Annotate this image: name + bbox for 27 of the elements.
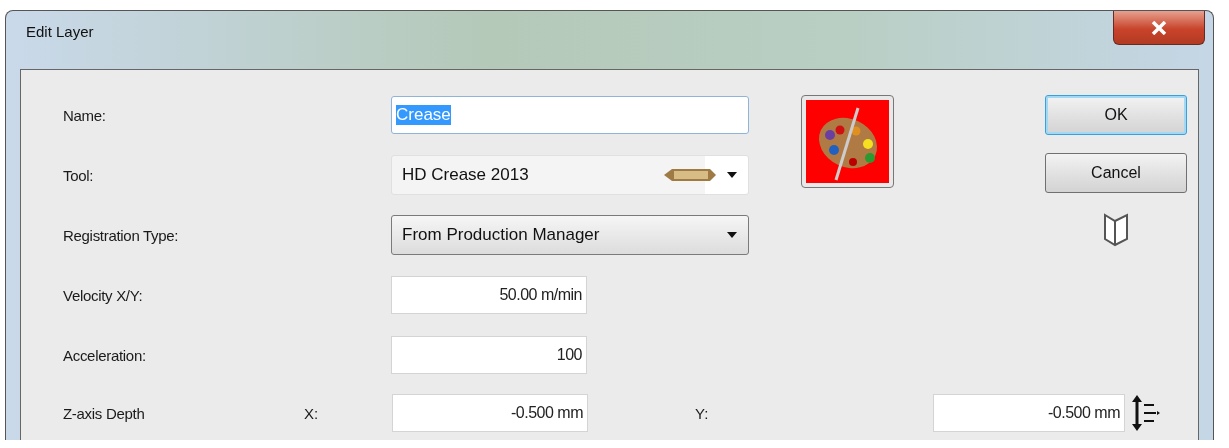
number-field[interactable]: -0.500 mm [933,394,1125,432]
field-label: Registration Type: [63,226,180,244]
tool-dropdown[interactable]: HD Crease 2013 [391,155,749,195]
field-label: Name: [63,106,107,124]
number-field[interactable]: 100 [391,336,587,374]
number-field[interactable]: 50.00 m/min [391,276,587,314]
depth-arrows-icon [1129,393,1161,433]
field-value: Crease [396,105,451,125]
close-icon [1151,20,1167,35]
tool-icon [662,167,718,183]
field-label: Z-axis Depth [63,404,146,422]
window-title: Edit Layer [26,23,94,40]
axis-label: X: [304,404,320,422]
field-label: Acceleration: [63,346,147,364]
field-label: Tool: [63,166,95,184]
field-label: Velocity X/Y: [63,286,144,304]
dialog-button[interactable]: Cancel [1045,153,1187,193]
book-icon [1103,211,1129,247]
axis-label: Y: [695,404,710,422]
color-button[interactable] [801,95,894,188]
caret-icon [726,171,738,179]
number-field[interactable]: -0.500 mm [392,394,588,432]
close-button[interactable] [1113,11,1205,45]
dialog-button[interactable]: OK [1045,95,1187,135]
palette-icon [806,100,889,183]
caret-icon [726,231,738,239]
registration-dropdown[interactable]: From Production Manager [391,215,749,255]
